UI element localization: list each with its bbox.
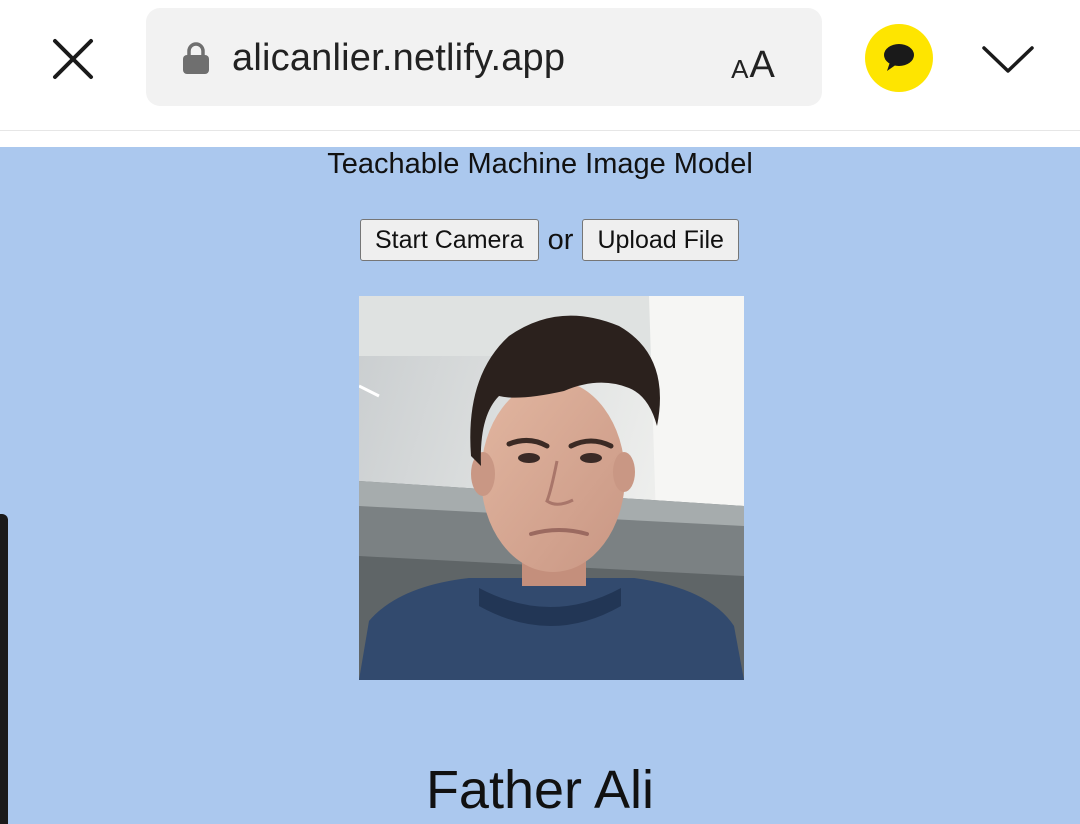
url-text: alicanlier.netlify.app [232,37,566,79]
page-title: Teachable Machine Image Model [327,148,753,180]
or-separator: or [547,224,574,256]
talk-button[interactable] [865,24,933,92]
photo-of-person [359,296,744,680]
chevron-down-icon [982,46,1034,73]
text-size-large-glyph: A [749,44,775,86]
edge-panel-handle[interactable] [0,514,8,824]
address-bar[interactable]: alicanlier.netlify.app AA [146,8,822,106]
camera-preview [359,296,744,680]
speech-bubble-icon [884,44,914,71]
upload-file-button[interactable]: Upload File [582,219,739,261]
prediction-label: Father Ali [425,760,655,820]
web-page: Teachable Machine Image Model Start Came… [0,147,1080,824]
start-camera-button[interactable]: Start Camera [360,219,539,261]
text-size-small-glyph: A [731,54,749,84]
input-source-row: Start Camera or Upload File [360,219,739,261]
browser-toolbar: alicanlier.netlify.app AA [0,0,1080,131]
text-size-button[interactable]: AA [724,32,782,84]
more-button[interactable] [978,34,1038,84]
close-icon [53,39,93,79]
lock-icon [183,42,209,74]
close-button[interactable] [46,32,100,86]
